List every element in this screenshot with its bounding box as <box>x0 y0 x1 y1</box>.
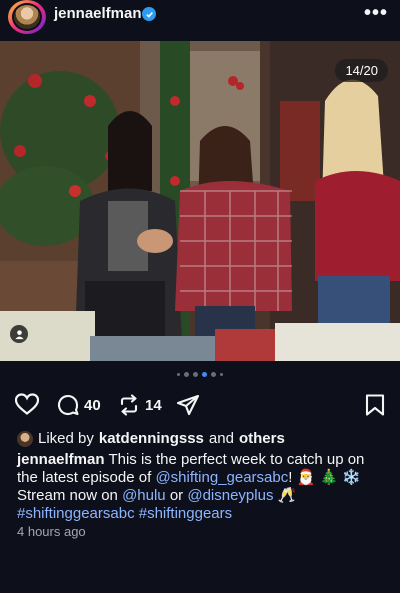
post-photo[interactable]: 14/20 <box>0 41 400 361</box>
likes-others[interactable]: others <box>239 430 285 447</box>
like-button[interactable] <box>14 392 40 416</box>
profile-avatar[interactable] <box>8 0 46 34</box>
carousel-indicator <box>0 372 400 382</box>
carousel-dot-active <box>202 372 207 377</box>
santa-emoji: 🎅 <box>296 469 316 486</box>
comment-count: 40 <box>84 396 101 414</box>
more-options-icon[interactable]: ••• <box>364 2 388 25</box>
hashtag-link[interactable]: #shiftinggears <box>139 505 232 522</box>
carousel-dot <box>220 373 223 376</box>
liked-by-prefix: Liked by <box>38 430 94 447</box>
liked-by-and: and <box>208 430 234 447</box>
comment-icon <box>57 394 79 416</box>
post-caption: jennaelfman This is the perfect week to … <box>17 451 387 523</box>
repost-count: 14 <box>145 396 162 414</box>
tree-emoji: 🎄 <box>319 469 339 486</box>
champagne-emoji: 🥂 <box>277 487 297 504</box>
caption-text: or <box>169 487 184 504</box>
repost-button[interactable]: 14 <box>117 393 162 417</box>
post-header: jennaelfman ••• <box>0 0 400 40</box>
verified-badge-icon <box>142 7 156 21</box>
mention-link[interactable]: @hulu <box>122 487 166 504</box>
carousel-dot <box>211 372 216 377</box>
send-icon <box>176 394 200 416</box>
repost-icon <box>120 394 138 416</box>
caption-text: ! <box>288 469 293 486</box>
mention-link[interactable]: @disneyplus <box>187 487 273 504</box>
snowflake-emoji: ❄️ <box>342 469 361 486</box>
liked-by-line[interactable]: Liked by katdenningsss and others <box>17 430 285 447</box>
comment-button[interactable]: 40 <box>56 393 101 417</box>
photo-scene <box>0 41 400 361</box>
caption-username[interactable]: jennaelfman <box>17 451 105 468</box>
mention-link[interactable]: @shifting_gearsabc <box>155 469 288 486</box>
bookmark-icon <box>365 394 385 416</box>
caption-text: Stream now on <box>17 487 118 504</box>
photo-counter: 14/20 <box>335 59 388 82</box>
tagged-people-icon[interactable] <box>10 325 28 343</box>
username[interactable]: jennaelfman <box>54 5 142 22</box>
heart-icon <box>14 393 40 415</box>
carousel-dot <box>193 372 198 377</box>
avatar-image <box>12 3 42 31</box>
action-bar: 40 14 <box>0 390 400 420</box>
hashtag-link[interactable]: #shiftinggearsabc <box>17 505 135 522</box>
liker-username[interactable]: katdenningsss <box>99 430 204 447</box>
carousel-dot <box>184 372 189 377</box>
save-button[interactable] <box>364 393 386 417</box>
carousel-dot <box>177 373 180 376</box>
liker-avatar <box>17 430 33 447</box>
share-button[interactable] <box>176 393 200 417</box>
post-timestamp: 4 hours ago <box>17 524 86 539</box>
